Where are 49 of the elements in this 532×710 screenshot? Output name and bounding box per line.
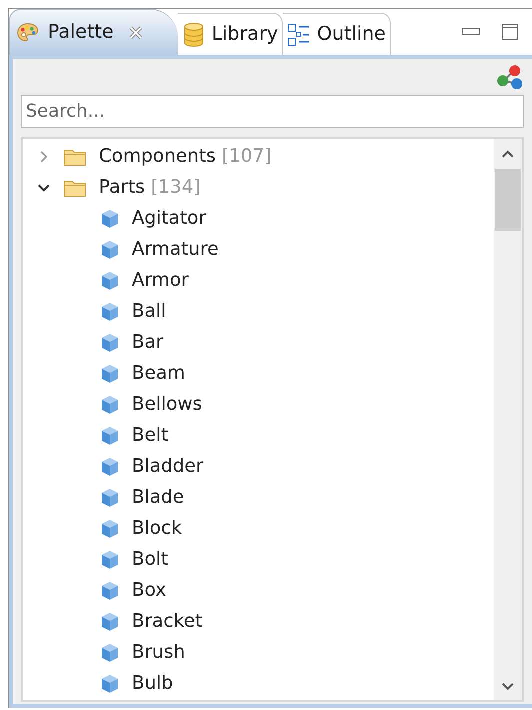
maximize-icon[interactable] [502,24,518,40]
scrollbar[interactable] [494,139,522,700]
chevron-up-icon[interactable] [501,149,515,159]
tree-item[interactable]: Bar [132,328,164,356]
tree-item[interactable]: Bolt [132,546,168,574]
cube-icon [101,394,119,414]
search-field[interactable]: Search... [21,95,524,128]
tree-item[interactable]: Components [107] [99,142,272,170]
tree-item[interactable]: Belt [132,422,168,450]
tree-item[interactable]: Ball [132,298,166,326]
cube-icon [101,612,119,632]
tree-item[interactable]: Beam [132,360,186,388]
database-icon [182,22,206,48]
cube-icon [101,550,119,570]
cube-icon [101,426,119,446]
tab[interactable]: Outline [283,13,391,55]
tree-item[interactable]: Blade [132,484,184,512]
tree-item[interactable]: Bladder [132,452,204,480]
outline-icon [287,22,312,46]
tree-item[interactable]: Parts [134] [99,174,201,202]
tree-item[interactable]: Agitator [132,204,206,232]
cube-icon [101,518,119,538]
chevron-down-icon[interactable] [501,682,515,692]
tree-item[interactable]: Brush [132,638,186,666]
palette-icon [16,20,40,44]
tab[interactable]: Palette [9,9,178,55]
tree-item[interactable]: Bulb [132,670,174,698]
tree-item[interactable]: Bracket [132,608,202,636]
cube-icon [101,208,119,228]
cube-icon [101,364,119,384]
cube-icon [101,332,119,352]
cube-icon [101,580,119,600]
scrollbar-thumb[interactable] [495,169,521,231]
cube-icon [101,674,119,694]
cube-icon [101,270,119,290]
cube-icon [101,456,119,476]
minimize-icon[interactable] [462,28,480,36]
close-icon[interactable] [128,24,144,40]
molecule-icon[interactable] [496,63,524,91]
tab[interactable]: Library [178,13,284,55]
cube-icon [101,642,119,662]
tree-item[interactable]: Box [132,576,166,604]
tree-item[interactable]: Armature [132,236,219,264]
cube-icon [101,302,119,322]
tree-item[interactable]: Armor [132,266,189,294]
cube-icon [101,240,119,260]
tree-item[interactable]: Bellows [132,390,202,418]
cube-icon [101,488,119,508]
tree-item[interactable]: Block [132,514,182,542]
